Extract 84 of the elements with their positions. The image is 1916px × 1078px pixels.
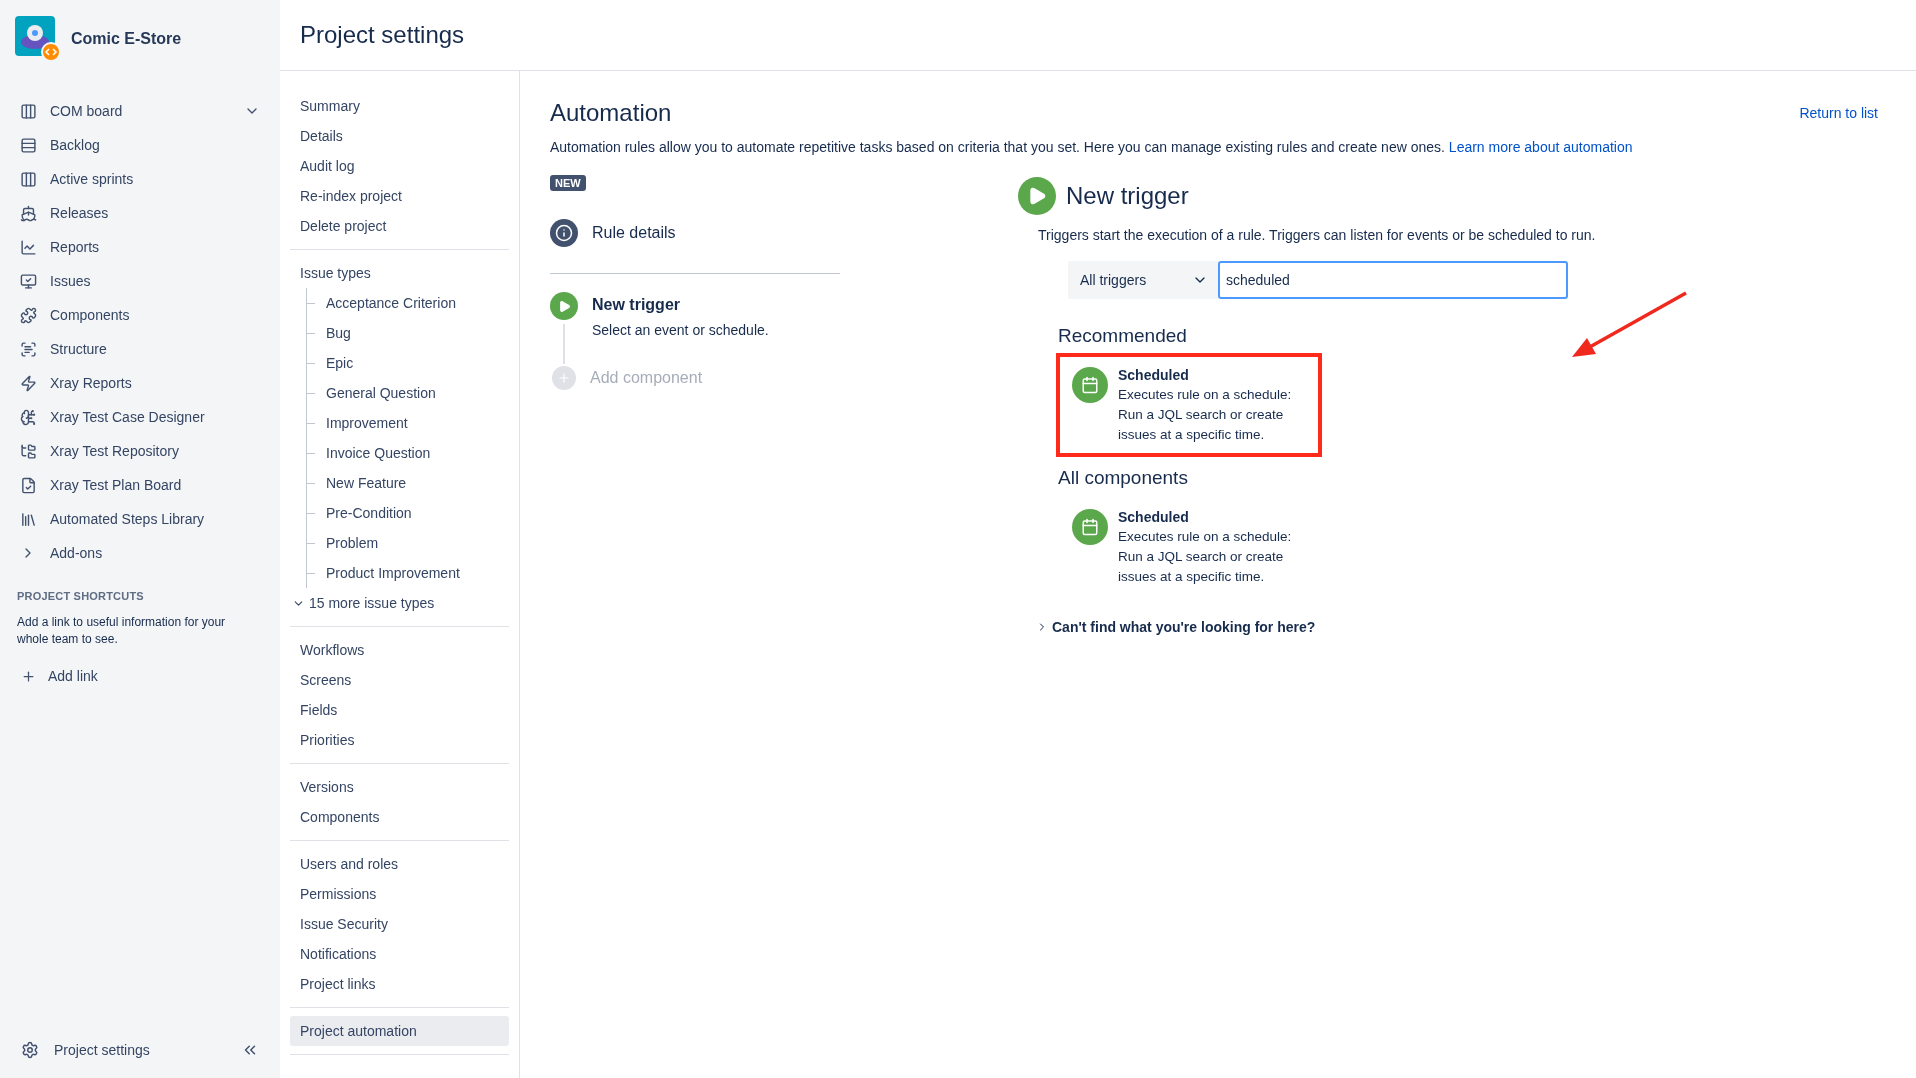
step-title[interactable]: Rule details [592,224,676,242]
sidebar-item[interactable]: Xray Reports [0,366,280,400]
issue-type-item[interactable]: Acceptance Criterion [326,288,456,318]
issue-type-item[interactable]: Invoice Question [326,438,431,468]
settings-nav-item[interactable]: Project automation [290,1016,509,1046]
play-icon [550,292,578,320]
settings-icon [20,1040,40,1060]
sidebar-item[interactable]: Add-ons [0,536,280,570]
project-name[interactable]: Comic E-Store [71,30,182,48]
issue-type-item[interactable]: Problem [326,528,379,558]
sidebar-item[interactable]: Releases [0,196,280,230]
trigger-filter-select[interactable]: All triggers [1068,261,1218,299]
board-icon [18,101,38,121]
settings-nav-item[interactable]: Audit log [290,151,509,181]
step-title[interactable]: New trigger [592,296,769,314]
info-icon [550,219,578,247]
ship-icon [18,203,38,223]
trigger-option[interactable]: Scheduled Executes rule on a schedule: Run a JQL search or create issues at a specific time. [1056,353,1322,457]
project-settings-link[interactable]: Project settings [54,1042,226,1058]
section-heading: Recommended [1058,325,1188,347]
sidebar-item[interactable]: COM board [0,94,280,128]
settings-nav-item[interactable]: Users and roles [290,849,509,879]
folder-tree-icon [18,441,38,461]
settings-nav-item[interactable]: Priorities [290,725,509,755]
trigger-option[interactable]: Scheduled Executes rule on a schedule: Run a JQL search or create issues at a specific time. [1056,495,1322,599]
calendar-icon [1072,367,1108,403]
calendar-icon [1072,509,1108,545]
section-title: Automation [550,99,672,127]
puzzle-icon [18,305,38,325]
more-issue-types-link[interactable]: 15 more issue types [309,595,435,611]
learn-more-link[interactable]: Learn more about automation [1448,139,1633,155]
settings-nav-item[interactable]: Screens [290,665,509,695]
plus-icon [552,366,576,390]
monitor-check-icon [18,271,38,291]
automation-description: Automation rules allow you to automate repetitive tasks based on criteria that you set. Here you can manage existing rules and create new ones. Learn more about automation [550,139,1634,155]
sidebar-item[interactable]: Active sprints [0,162,280,196]
issue-type-item[interactable]: Epic [326,348,354,378]
issue-type-item[interactable]: New Feature [326,468,407,498]
settings-nav-item[interactable]: Components [290,802,509,832]
issue-type-item[interactable]: General Question [326,378,436,408]
issue-type-item[interactable]: Product Improvement [326,558,460,588]
panel-title: New trigger [1066,182,1189,210]
rows-icon [18,135,38,155]
issue-type-item[interactable]: Bug [326,318,351,348]
section-heading: All components [1058,467,1189,489]
settings-nav-item[interactable]: Fields [290,695,509,725]
sidebar-item[interactable]: Structure [0,332,280,366]
settings-nav-heading[interactable]: Issue types [290,258,509,288]
settings-nav-item[interactable]: Issue Security [290,909,509,939]
sidebar-item[interactable]: Backlog [0,128,280,162]
sidebar-item[interactable]: Issues [0,264,280,298]
settings-nav-item[interactable]: Permissions [290,879,509,909]
project-avatar-icon [15,16,61,62]
settings-nav-item[interactable]: Re-index project [290,181,509,211]
step-subtitle: Select an event or schedule. [592,322,769,338]
search-field[interactable]: scheduled [1218,261,1568,299]
return-link[interactable]: Return to list [1799,105,1878,121]
sidebar-item[interactable]: Xray Test Repository [0,434,280,468]
add-link[interactable]: Add link [48,668,98,684]
issue-type-item[interactable]: Pre-Condition [326,498,412,528]
sidebar-item[interactable]: Xray Test Case Designer [0,400,280,434]
shortcuts-text: Add a link to useful information for your whole team to see. [16,614,227,648]
sidebar-item[interactable]: Xray Test Plan Board [0,468,280,502]
columns-icon [18,169,38,189]
settings-nav-item[interactable]: Project links [290,969,509,999]
help-toggle[interactable]: Can't find what you're looking for here? [1036,619,1618,635]
settings-nav-item[interactable]: Summary [290,91,509,121]
brain-circuit-icon [18,407,38,427]
sidebar-item[interactable]: Automated Steps Library [0,502,280,536]
settings-nav-item[interactable]: Workflows [290,635,509,665]
page-title: Project settings [300,21,465,49]
settings-nav-item[interactable]: Details [290,121,509,151]
sidebar-item[interactable]: Reports [0,230,280,264]
shortcuts-heading: PROJECT SHORTCUTS [16,590,145,602]
issue-type-item[interactable]: Improvement [326,408,408,438]
settings-nav-item[interactable]: Notifications [290,939,509,969]
play-icon [1018,177,1056,215]
panel-description: Triggers start the execution of a rule. Triggers can listen for events or be scheduled to run. [1038,227,1597,243]
settings-nav-item[interactable]: Versions [290,772,509,802]
new-badge: NEW [550,175,586,191]
sidebar-item[interactable]: Components [0,298,280,332]
settings-nav-item[interactable]: Delete project [290,211,509,241]
lightning-icon [18,373,38,393]
scan-text-icon [18,339,38,359]
